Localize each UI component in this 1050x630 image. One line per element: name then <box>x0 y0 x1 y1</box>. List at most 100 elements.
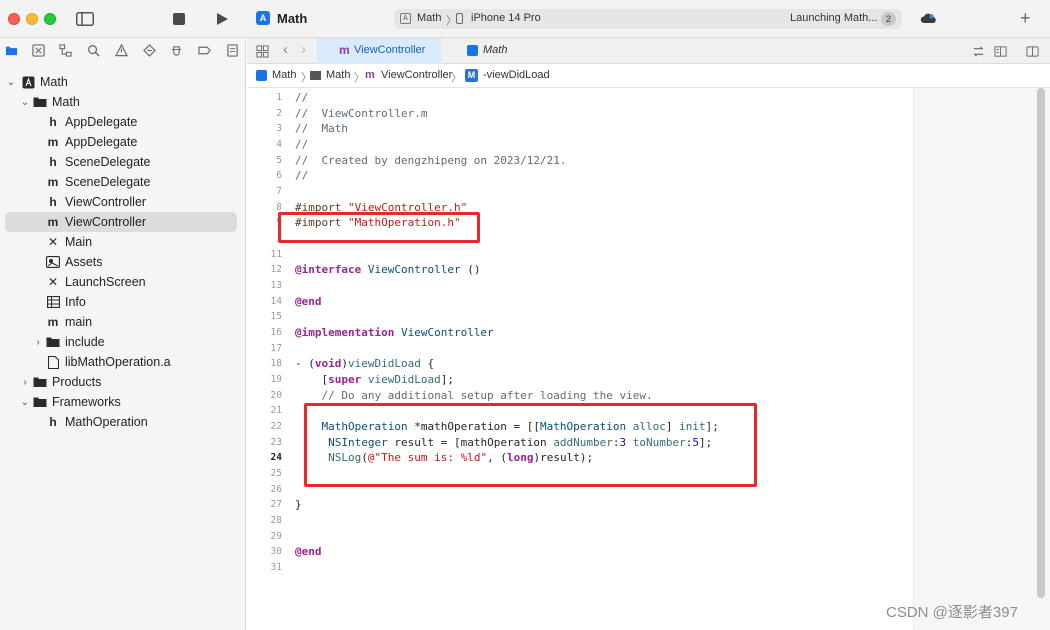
device-selector[interactable]: iPhone 14 Pro <box>471 12 541 24</box>
tree-label: include <box>65 335 105 349</box>
code-token-keyword: super <box>328 373 362 386</box>
tree-label: Math <box>40 75 68 89</box>
scheme-app-icon: A <box>400 13 411 24</box>
run-button[interactable] <box>214 10 230 28</box>
symbol-navigator-icon[interactable] <box>58 43 72 57</box>
tree-row-folder[interactable]: ⌄ Frameworks <box>0 392 246 412</box>
project-title: Math <box>277 11 308 26</box>
plist-icon <box>46 295 60 309</box>
test-navigator-icon[interactable] <box>142 43 156 57</box>
disclosure-open-icon[interactable]: ⌄ <box>6 77 16 88</box>
tree-row-file[interactable]: m SceneDelegate <box>0 172 246 192</box>
line-number: 3 <box>276 123 282 134</box>
tree-row-file-selected[interactable]: m ViewController <box>5 212 237 232</box>
line-number: 21 <box>270 405 282 416</box>
tree-row-file[interactable]: libMathOperation.a <box>0 352 246 372</box>
code-line-comment: // Do any additional setup after loading… <box>295 389 653 402</box>
folder-navigator-icon[interactable] <box>4 43 18 57</box>
tree-label: main <box>65 315 93 329</box>
stop-button[interactable] <box>172 10 186 28</box>
line-number: 29 <box>270 531 282 542</box>
related-items-icon[interactable] <box>971 44 985 58</box>
line-number: 23 <box>270 437 282 448</box>
breakpoint-navigator-icon[interactable] <box>197 43 211 57</box>
assets-icon <box>46 255 60 269</box>
sidebar-toggle-icon[interactable] <box>76 10 94 28</box>
tree-row-file[interactable]: m main <box>0 312 246 332</box>
code-token-keyword: @interface <box>295 263 362 276</box>
tree-row-project[interactable]: ⌄ Math <box>0 72 246 92</box>
code-token-plain: () <box>460 263 481 276</box>
tab-viewcontroller-m[interactable]: m ViewController <box>317 38 441 64</box>
project-navigator: ⌄ Math ⌄ Math h AppDelegate m AppDelegat… <box>0 38 246 630</box>
line-number: 12 <box>270 264 282 275</box>
objc-file-icon: m <box>365 69 375 81</box>
breadcrumb-method[interactable]: -viewDidLoad <box>483 69 550 81</box>
line-number: 18 <box>270 358 282 369</box>
code-line-end: @end <box>295 295 322 308</box>
tree-row-folder[interactable]: ⌄ Math <box>0 92 246 112</box>
tree-row-file[interactable]: Info <box>0 292 246 312</box>
line-number: 16 <box>270 327 282 338</box>
vertical-scrollbar[interactable] <box>1037 88 1045 598</box>
tree-row-file[interactable]: ✕ LaunchScreen <box>0 272 246 292</box>
tree-row-folder[interactable]: › include <box>0 332 246 352</box>
watermark-text: CSDN @逐影者397 <box>886 604 1018 621</box>
objc-file-icon: m <box>47 315 59 329</box>
tree-label: ViewController <box>65 215 147 229</box>
editor-options-icon[interactable] <box>993 44 1007 58</box>
disclosure-open-icon[interactable]: ⌄ <box>20 397 30 408</box>
minimap[interactable] <box>913 88 1050 630</box>
zoom-window-button[interactable] <box>44 13 56 25</box>
forward-arrow-icon[interactable]: › <box>301 41 306 58</box>
objc-file-icon: m <box>47 135 59 149</box>
breadcrumb-file[interactable]: ViewController <box>381 69 452 81</box>
tree-row-file[interactable]: m AppDelegate <box>0 132 246 152</box>
disclosure-closed-icon[interactable]: › <box>20 377 30 388</box>
find-navigator-icon[interactable] <box>86 43 100 57</box>
debug-navigator-icon[interactable] <box>169 43 183 57</box>
tree-row-file[interactable]: h AppDelegate <box>0 112 246 132</box>
code-line-comment: // <box>295 91 309 104</box>
tree-row-file[interactable]: h ViewController <box>0 192 246 212</box>
breadcrumb-folder[interactable]: Math <box>326 69 350 81</box>
report-navigator-icon[interactable] <box>225 43 239 57</box>
source-control-navigator-icon[interactable] <box>31 43 45 57</box>
annotation-highlight-box <box>304 403 757 487</box>
tree-label: SceneDelegate <box>65 175 151 189</box>
folder-icon <box>33 375 47 389</box>
line-number: 4 <box>276 139 282 150</box>
tree-row-file[interactable]: h SceneDelegate <box>0 152 246 172</box>
disclosure-closed-icon[interactable]: › <box>33 337 43 348</box>
scheme-selector[interactable]: Math <box>417 12 441 24</box>
disclosure-open-icon[interactable]: ⌄ <box>20 97 30 108</box>
tab-math[interactable]: Math <box>483 44 507 56</box>
code-token-keyword: void <box>314 357 342 370</box>
tree-row-file[interactable]: ✕ Main <box>0 232 246 252</box>
grid-icon[interactable] <box>255 44 269 58</box>
code-token-plain: ]; <box>440 373 454 386</box>
tree-row-file[interactable]: h MathOperation <box>0 412 246 432</box>
objc-file-icon: m <box>339 43 350 57</box>
code-line-super: [super viewDidLoad]; <box>295 373 454 386</box>
line-number: 11 <box>270 249 282 260</box>
issue-navigator-icon[interactable] <box>114 43 128 57</box>
tree-row-folder[interactable]: › Products <box>0 372 246 392</box>
add-library-button[interactable]: + <box>1020 8 1031 28</box>
code-line-comment: // Math <box>295 122 348 135</box>
code-token-plain: - ( <box>295 357 315 370</box>
code-line-implementation: @implementation ViewController <box>295 326 494 339</box>
minimize-window-button[interactable] <box>26 13 38 25</box>
breadcrumb-project[interactable]: Math <box>272 69 296 81</box>
tree-row-file[interactable]: Assets <box>0 252 246 272</box>
close-window-button[interactable] <box>8 13 20 25</box>
back-arrow-icon[interactable]: ‹ <box>283 41 288 58</box>
activity-count-badge[interactable]: 2 <box>881 12 896 26</box>
app-project-icon <box>467 45 478 56</box>
code-line-comment: // Created by dengzhipeng on 2023/12/21. <box>295 154 567 167</box>
scheme-activity-box[interactable]: A Math 〉 iPhone 14 Pro Launching Math...… <box>394 9 902 29</box>
code-token-plain: [ <box>295 373 329 386</box>
split-editor-icon[interactable] <box>1025 44 1039 58</box>
cloud-icon[interactable] <box>920 12 936 24</box>
code-editor[interactable]: // // ViewController.m // Math // // Cre… <box>287 88 913 630</box>
